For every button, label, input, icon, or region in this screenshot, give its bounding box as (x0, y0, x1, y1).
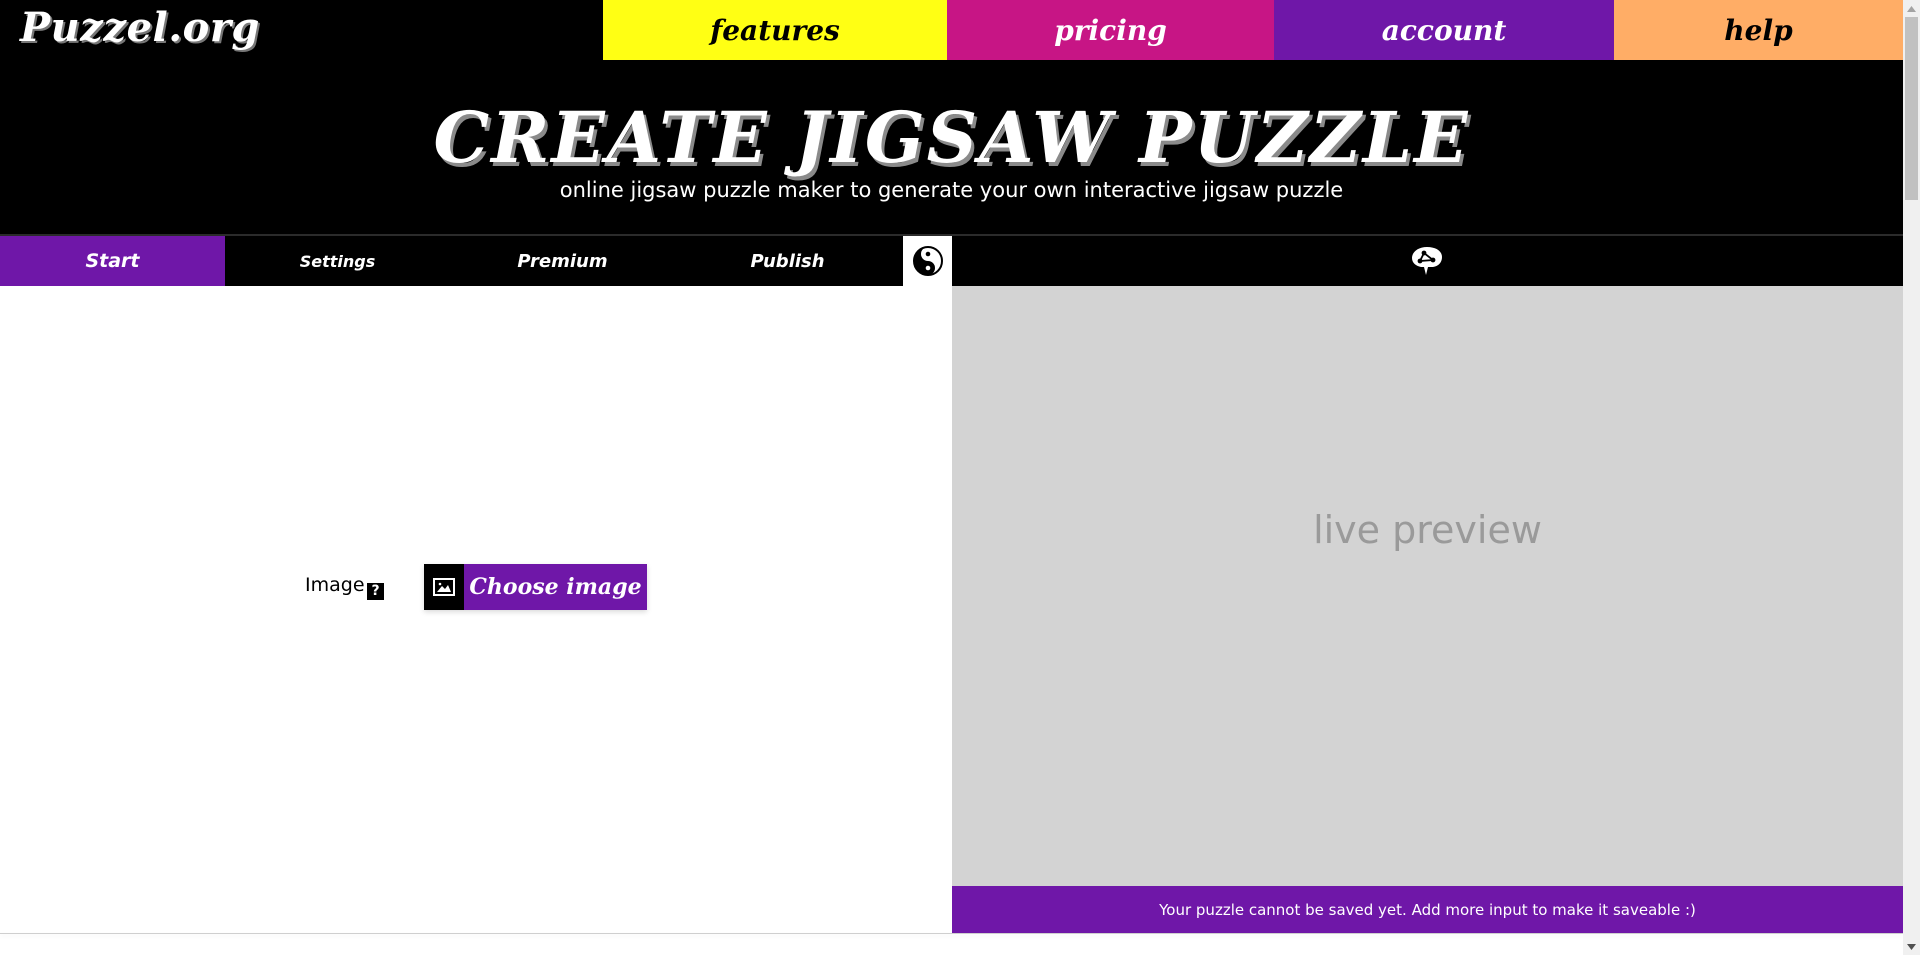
page: Puzzel.org features pricing account help… (0, 0, 1903, 955)
scroll-up-arrow-icon[interactable] (1903, 0, 1920, 17)
tab-start[interactable]: Start (0, 236, 225, 286)
bottom-divider (0, 933, 1903, 934)
theme-toggle-button[interactable] (903, 236, 952, 286)
editor-panel: Image ? Choose image (0, 286, 952, 933)
top-navigation-bar: Puzzel.org features pricing account help (0, 0, 1903, 60)
live-preview-placeholder: live preview (1313, 508, 1542, 552)
choose-image-button[interactable]: Choose image (424, 564, 647, 610)
scroll-down-arrow-icon[interactable] (1903, 938, 1920, 955)
site-logo[interactable]: Puzzel.org (20, 4, 260, 51)
hero-banner: CREATE JIGSAW PUZZLE online jigsaw puzzl… (0, 60, 1903, 234)
nav-account[interactable]: account (1274, 0, 1614, 60)
page-title: CREATE JIGSAW PUZZLE (433, 96, 1470, 179)
editor-tabs: Start Settings Premium Publish (0, 236, 1903, 286)
brain-share-icon (1412, 247, 1442, 275)
save-status-bar: Your puzzle cannot be saved yet. Add mor… (952, 886, 1903, 933)
live-preview-panel: live preview (952, 286, 1903, 886)
share-button[interactable] (1407, 244, 1447, 278)
image-field-label: Image (305, 574, 365, 596)
page-subtitle: online jigsaw puzzle maker to generate y… (559, 178, 1344, 202)
nav-help[interactable]: help (1614, 0, 1903, 60)
nav-features[interactable]: features (603, 0, 947, 60)
scrollbar-thumb[interactable] (1905, 17, 1918, 200)
help-icon[interactable]: ? (367, 583, 384, 600)
tab-settings[interactable]: Settings (225, 236, 450, 286)
yin-yang-icon (912, 246, 943, 276)
tab-premium[interactable]: Premium (450, 236, 675, 286)
vertical-scrollbar[interactable] (1903, 0, 1920, 955)
choose-image-label: Choose image (464, 564, 647, 610)
nav-pricing[interactable]: pricing (947, 0, 1274, 60)
image-icon (424, 564, 464, 610)
tab-publish[interactable]: Publish (675, 236, 900, 286)
